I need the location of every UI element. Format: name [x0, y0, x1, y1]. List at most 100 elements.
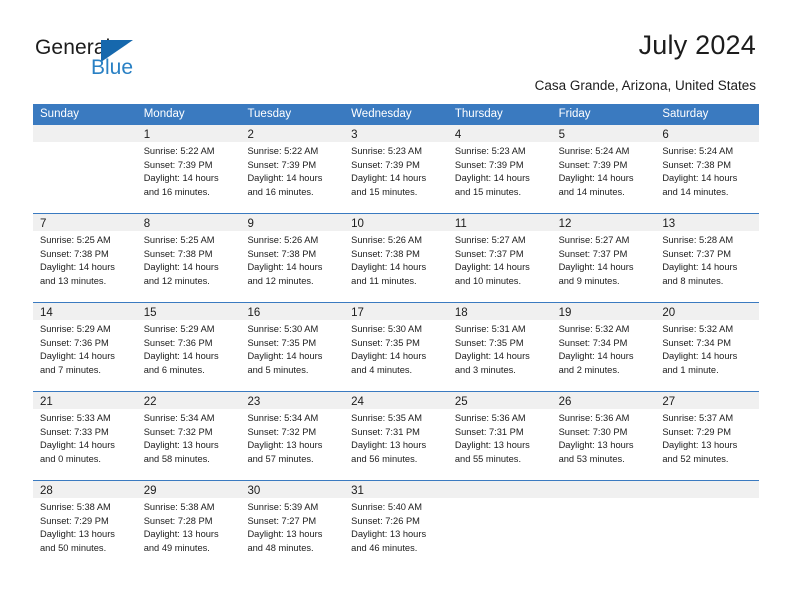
general-blue-logo[interactable]: General Blue — [35, 36, 235, 84]
day-number-band: 18 — [447, 303, 552, 320]
sunset-text: Sunset: 7:35 PM — [351, 337, 420, 348]
daylight-text-line1: Daylight: 14 hours — [454, 351, 530, 362]
day-detail: Sunrise: 5:34 AM Sunset: 7:32 PM Daylight:… — [240, 409, 344, 466]
day-cell[interactable]: 17 Sunrise: 5:30 AM Sunset: 7:35 PM Dayligh… — [344, 303, 448, 391]
sunrise-text: Sunrise: 5:28 AM — [662, 235, 734, 245]
calendar-week-cells: 7 Sunrise: 5:25 AM Sunset: 7:38 PM Daylight… — [33, 214, 760, 302]
day-cell[interactable]: 7 Sunrise: 5:25 AM Sunset: 7:38 PM Daylight… — [33, 214, 137, 302]
day-detail: Sunrise: 5:24 AM Sunset: 7:38 PM Daylight:… — [655, 142, 759, 199]
sunrise-text: Sunrise: 5:24 AM — [558, 146, 630, 156]
day-cell[interactable]: 24 Sunrise: 5:35 AM Sunset: 7:31 PM Dayligh… — [344, 392, 448, 480]
sunrise-text: Sunrise: 5:27 AM — [558, 235, 630, 245]
day-cell[interactable]: 19 Sunrise: 5:32 AM Sunset: 7:34 PM Dayligh… — [551, 303, 656, 391]
sunset-text: Sunset: 7:31 PM — [454, 426, 524, 437]
day-cell[interactable]: 30 Sunrise: 5:39 AM Sunset: 7:27 PM Dayligh… — [240, 481, 345, 569]
day-detail: Sunrise: 5:39 AM Sunset: 7:27 PM Daylight:… — [240, 498, 344, 555]
sunset-text: Sunset: 7:33 PM — [40, 426, 109, 437]
day-cell[interactable]: 22 Sunrise: 5:34 AM Sunset: 7:32 PM Dayligh… — [136, 392, 241, 480]
sunrise-text: Sunrise: 5:32 AM — [558, 324, 630, 334]
day-cell[interactable]: 31 Sunrise: 5:40 AM Sunset: 7:26 PM Dayligh… — [344, 481, 448, 569]
day-cell[interactable]: 16 Sunrise: 5:30 AM Sunset: 7:35 PM Dayligh… — [240, 303, 345, 391]
day-number-band — [655, 481, 760, 498]
day-cell[interactable]: 11 Sunrise: 5:27 AM Sunset: 7:37 PM Dayligh… — [447, 214, 552, 302]
day-cell[interactable]: 10 Sunrise: 5:26 AM Sunset: 7:38 PM Dayligh… — [344, 214, 448, 302]
day-cell[interactable]: 28 Sunrise: 5:38 AM Sunset: 7:29 PM Dayligh… — [33, 481, 137, 569]
day-cell[interactable]: 5 Sunrise: 5:24 AM Sunset: 7:39 PM Daylight… — [551, 125, 656, 213]
day-cell[interactable]: 4 Sunrise: 5:23 AM Sunset: 7:39 PM Daylight… — [447, 125, 552, 213]
daylight-text-line2: and 4 minutes. — [351, 364, 413, 375]
sunset-text: Sunset: 7:38 PM — [247, 248, 317, 259]
day-detail: Sunrise: 5:26 AM Sunset: 7:38 PM Daylight:… — [344, 231, 448, 288]
sunset-text: Sunset: 7:32 PM — [247, 426, 317, 437]
daylight-text-line1: Daylight: 14 hours — [558, 173, 634, 184]
daylight-text-line1: Daylight: 13 hours — [558, 440, 634, 451]
daylight-text-line1: Daylight: 14 hours — [558, 351, 634, 362]
day-cell[interactable]: 6 Sunrise: 5:24 AM Sunset: 7:38 PM Daylight… — [655, 125, 760, 213]
sunrise-text: Sunrise: 5:38 AM — [143, 502, 215, 512]
day-cell[interactable]: 18 Sunrise: 5:31 AM Sunset: 7:35 PM Dayligh… — [447, 303, 552, 391]
day-number: 4 — [454, 129, 462, 141]
daylight-text-line1: Daylight: 14 hours — [40, 440, 115, 451]
day-cell[interactable]: 14 Sunrise: 5:29 AM Sunset: 7:36 PM Dayligh… — [33, 303, 137, 391]
day-detail: Sunrise: 5:36 AM Sunset: 7:30 PM Daylight:… — [552, 409, 656, 466]
daylight-text-line1: Daylight: 13 hours — [40, 529, 115, 540]
daylight-text-line2: and 50 minutes. — [40, 542, 107, 553]
day-cell[interactable]: 9 Sunrise: 5:26 AM Sunset: 7:38 PM Daylight… — [240, 214, 345, 302]
sunrise-text: Sunrise: 5:36 AM — [454, 413, 526, 423]
day-detail: Sunrise: 5:26 AM Sunset: 7:38 PM Daylight:… — [240, 231, 344, 288]
day-cell[interactable]: 23 Sunrise: 5:34 AM Sunset: 7:32 PM Dayligh… — [240, 392, 345, 480]
day-cell-empty — [655, 481, 760, 569]
day-cell[interactable]: 21 Sunrise: 5:33 AM Sunset: 7:33 PM Dayligh… — [33, 392, 137, 480]
day-number-band: 6 — [655, 125, 760, 142]
dow-tuesday: Tuesday — [247, 108, 292, 120]
day-cell[interactable]: 1 Sunrise: 5:22 AM Sunset: 7:39 PM Daylight… — [136, 125, 241, 213]
day-detail: Sunrise: 5:32 AM Sunset: 7:34 PM Daylight:… — [552, 320, 656, 377]
calendar-week-row: 7 Sunrise: 5:25 AM Sunset: 7:38 PM Daylight… — [33, 213, 760, 302]
dow-friday: Friday — [558, 108, 591, 120]
day-cell[interactable]: 2 Sunrise: 5:22 AM Sunset: 7:39 PM Daylight… — [240, 125, 345, 213]
sunset-text: Sunset: 7:38 PM — [662, 159, 732, 170]
daylight-text-line2: and 48 minutes. — [247, 542, 314, 553]
page-title: July 2024 — [638, 30, 756, 60]
sunrise-text: Sunrise: 5:36 AM — [558, 413, 630, 423]
logo-text-blue: Blue — [91, 56, 134, 79]
day-number: 1 — [143, 129, 151, 141]
daylight-text-line2: and 14 minutes. — [558, 186, 625, 197]
day-cell[interactable]: 3 Sunrise: 5:23 AM Sunset: 7:39 PM Daylight… — [344, 125, 448, 213]
day-number: 20 — [662, 307, 676, 319]
daylight-text-line1: Daylight: 13 hours — [662, 440, 738, 451]
day-cell[interactable]: 27 Sunrise: 5:37 AM Sunset: 7:29 PM Dayligh… — [655, 392, 760, 480]
day-cell[interactable]: 8 Sunrise: 5:25 AM Sunset: 7:38 PM Daylight… — [136, 214, 241, 302]
sunrise-text: Sunrise: 5:31 AM — [454, 324, 526, 334]
day-cell[interactable]: 15 Sunrise: 5:29 AM Sunset: 7:36 PM Dayligh… — [136, 303, 241, 391]
day-cell[interactable]: 25 Sunrise: 5:36 AM Sunset: 7:31 PM Dayligh… — [447, 392, 552, 480]
calendar-week-cells: 28 Sunrise: 5:38 AM Sunset: 7:29 PM Dayligh… — [33, 481, 760, 569]
day-number-band: 25 — [447, 392, 552, 409]
sunset-text: Sunset: 7:34 PM — [662, 337, 732, 348]
day-number-band: 2 — [240, 125, 345, 142]
day-detail — [33, 142, 137, 145]
daylight-text-line2: and 5 minutes. — [247, 364, 309, 375]
daylight-text-line1: Daylight: 14 hours — [454, 262, 530, 273]
daylight-text-line1: Daylight: 14 hours — [351, 351, 427, 362]
daylight-text-line1: Daylight: 14 hours — [662, 173, 738, 184]
day-cell[interactable]: 26 Sunrise: 5:36 AM Sunset: 7:30 PM Dayligh… — [551, 392, 656, 480]
day-number-band: 1 — [136, 125, 241, 142]
day-number-band: 5 — [551, 125, 656, 142]
sunset-text: Sunset: 7:37 PM — [662, 248, 732, 259]
day-number: 12 — [558, 218, 572, 230]
day-detail: Sunrise: 5:34 AM Sunset: 7:32 PM Daylight:… — [137, 409, 241, 466]
day-cell[interactable]: 13 Sunrise: 5:28 AM Sunset: 7:37 PM Dayligh… — [655, 214, 760, 302]
day-number-band: 7 — [33, 214, 137, 231]
daylight-text-line1: Daylight: 14 hours — [247, 351, 323, 362]
day-cell[interactable]: 20 Sunrise: 5:32 AM Sunset: 7:34 PM Dayligh… — [655, 303, 760, 391]
sunrise-text: Sunrise: 5:37 AM — [662, 413, 734, 423]
day-detail — [448, 498, 552, 501]
daylight-text-line1: Daylight: 14 hours — [40, 351, 115, 362]
day-number-band: 17 — [344, 303, 448, 320]
daylight-text-line1: Daylight: 14 hours — [454, 173, 530, 184]
day-cell[interactable]: 12 Sunrise: 5:27 AM Sunset: 7:37 PM Dayligh… — [551, 214, 656, 302]
day-cell[interactable]: 29 Sunrise: 5:38 AM Sunset: 7:28 PM Dayligh… — [136, 481, 241, 569]
daylight-text-line2: and 52 minutes. — [662, 453, 729, 464]
day-number-band: 10 — [344, 214, 448, 231]
